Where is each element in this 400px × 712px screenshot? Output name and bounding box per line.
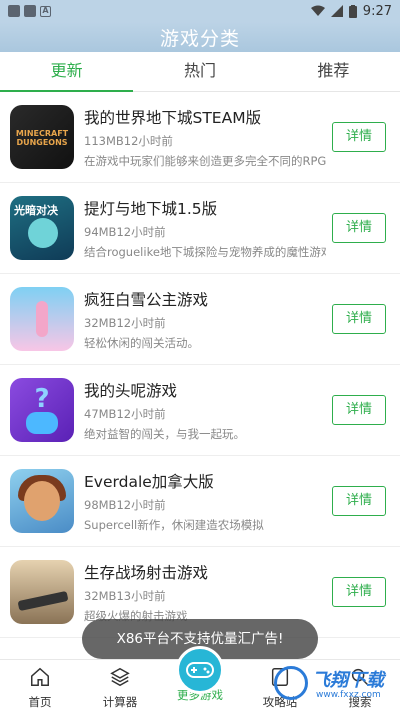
signal-icon (330, 5, 343, 17)
details-button[interactable]: 详情 (332, 577, 386, 607)
layers-icon (110, 667, 130, 687)
nav-more-games[interactable]: 更多游戏 (160, 646, 240, 712)
game-title: 我的世界地下城STEAM版 (84, 108, 262, 127)
game-description: 结合roguelike地下城探险与宠物养成的魔性游戏! (84, 244, 326, 259)
game-meta: 98MB12小时前 (84, 497, 166, 512)
home-icon (31, 667, 49, 686)
details-button[interactable]: 详情 (332, 304, 386, 334)
nav-label: 计算器 (102, 695, 138, 709)
tab-recommend[interactable]: 推荐 (267, 52, 400, 91)
game-description: Supercell新作，休闲建造农场模拟 (84, 517, 264, 532)
details-button[interactable]: 详情 (332, 486, 386, 516)
watermark-logo-icon (274, 666, 308, 700)
game-description: 在游戏中玩家们能够来创造更多完全不同的RPG冒险 (84, 153, 326, 168)
app-notification-icon: A (40, 5, 51, 17)
game-meta: 113MB12小时前 (84, 133, 173, 148)
tab-update[interactable]: 更新 (0, 52, 134, 92)
page-title: 游戏分类 (159, 27, 240, 50)
game-thumbnail[interactable]: ? (10, 378, 74, 442)
status-bar: A 9:27 (0, 0, 400, 22)
game-thumbnail[interactable]: 光暗对决 (10, 196, 74, 260)
game-thumbnail[interactable] (10, 560, 74, 624)
list-item[interactable]: ? 我的头呢游戏 47MB12小时前 绝对益智的闯关，与我一起玩。 详情 (0, 365, 400, 456)
thumbnail-logo-text: 光暗对决 (14, 204, 58, 217)
list-item[interactable]: MINECRAFT DUNGEONS 我的世界地下城STEAM版 113MB12… (0, 92, 400, 183)
watermark: 飞翔下载 www.fxxz.com (272, 662, 398, 710)
more-games-bubble[interactable] (176, 646, 224, 694)
game-title: 提灯与地下城1.5版 (84, 199, 218, 218)
watermark-brand: 飞翔下载 (312, 670, 384, 691)
clock: 9:27 (362, 3, 392, 19)
tab-popular[interactable]: 热门 (133, 52, 266, 91)
list-item[interactable]: 光暗对决 提灯与地下城1.5版 94MB12小时前 结合roguelike地下城… (0, 183, 400, 274)
game-title: 我的头呢游戏 (84, 381, 178, 400)
thumbnail-logo-text: MINECRAFT DUNGEONS (15, 129, 69, 147)
game-thumbnail[interactable] (10, 287, 74, 351)
notification-icons: A (8, 5, 51, 17)
nav-label: 首页 (28, 695, 52, 709)
game-meta: 94MB12小时前 (84, 224, 166, 239)
game-list: MINECRAFT DUNGEONS 我的世界地下城STEAM版 113MB12… (0, 92, 400, 638)
nav-home[interactable]: 首页 (0, 660, 80, 712)
game-title: 疯狂白雪公主游戏 (84, 290, 209, 309)
page-header: 游戏分类 (0, 22, 400, 52)
list-item[interactable]: Everdale加拿大版 98MB12小时前 Supercell新作，休闲建造农… (0, 456, 400, 547)
list-item[interactable]: 疯狂白雪公主游戏 32MB12小时前 轻松休闲的闯关活动。 详情 (0, 274, 400, 365)
notification-icon (8, 5, 20, 17)
details-button[interactable]: 详情 (332, 213, 386, 243)
category-tabs: 更新 热门 推荐 (0, 52, 400, 92)
game-title: 生存战场射击游戏 (84, 563, 209, 582)
watermark-url: www.fxxz.com (316, 690, 381, 700)
game-description: 绝对益智的闯关，与我一起玩。 (84, 426, 245, 441)
details-button[interactable]: 详情 (332, 122, 386, 152)
game-meta: 32MB13小时前 (84, 588, 166, 603)
details-button[interactable]: 详情 (332, 395, 386, 425)
nav-calculator[interactable]: 计算器 (80, 660, 160, 712)
gamepad-icon (186, 662, 214, 678)
game-title: Everdale加拿大版 (84, 472, 214, 491)
wifi-icon (310, 5, 325, 16)
game-meta: 32MB12小时前 (84, 315, 166, 330)
game-description: 轻松休闲的闯关活动。 (84, 335, 199, 350)
battery-icon (348, 4, 357, 18)
notification-icon (24, 5, 36, 17)
game-thumbnail[interactable] (10, 469, 74, 533)
game-meta: 47MB12小时前 (84, 406, 166, 421)
game-thumbnail[interactable]: MINECRAFT DUNGEONS (10, 105, 74, 169)
